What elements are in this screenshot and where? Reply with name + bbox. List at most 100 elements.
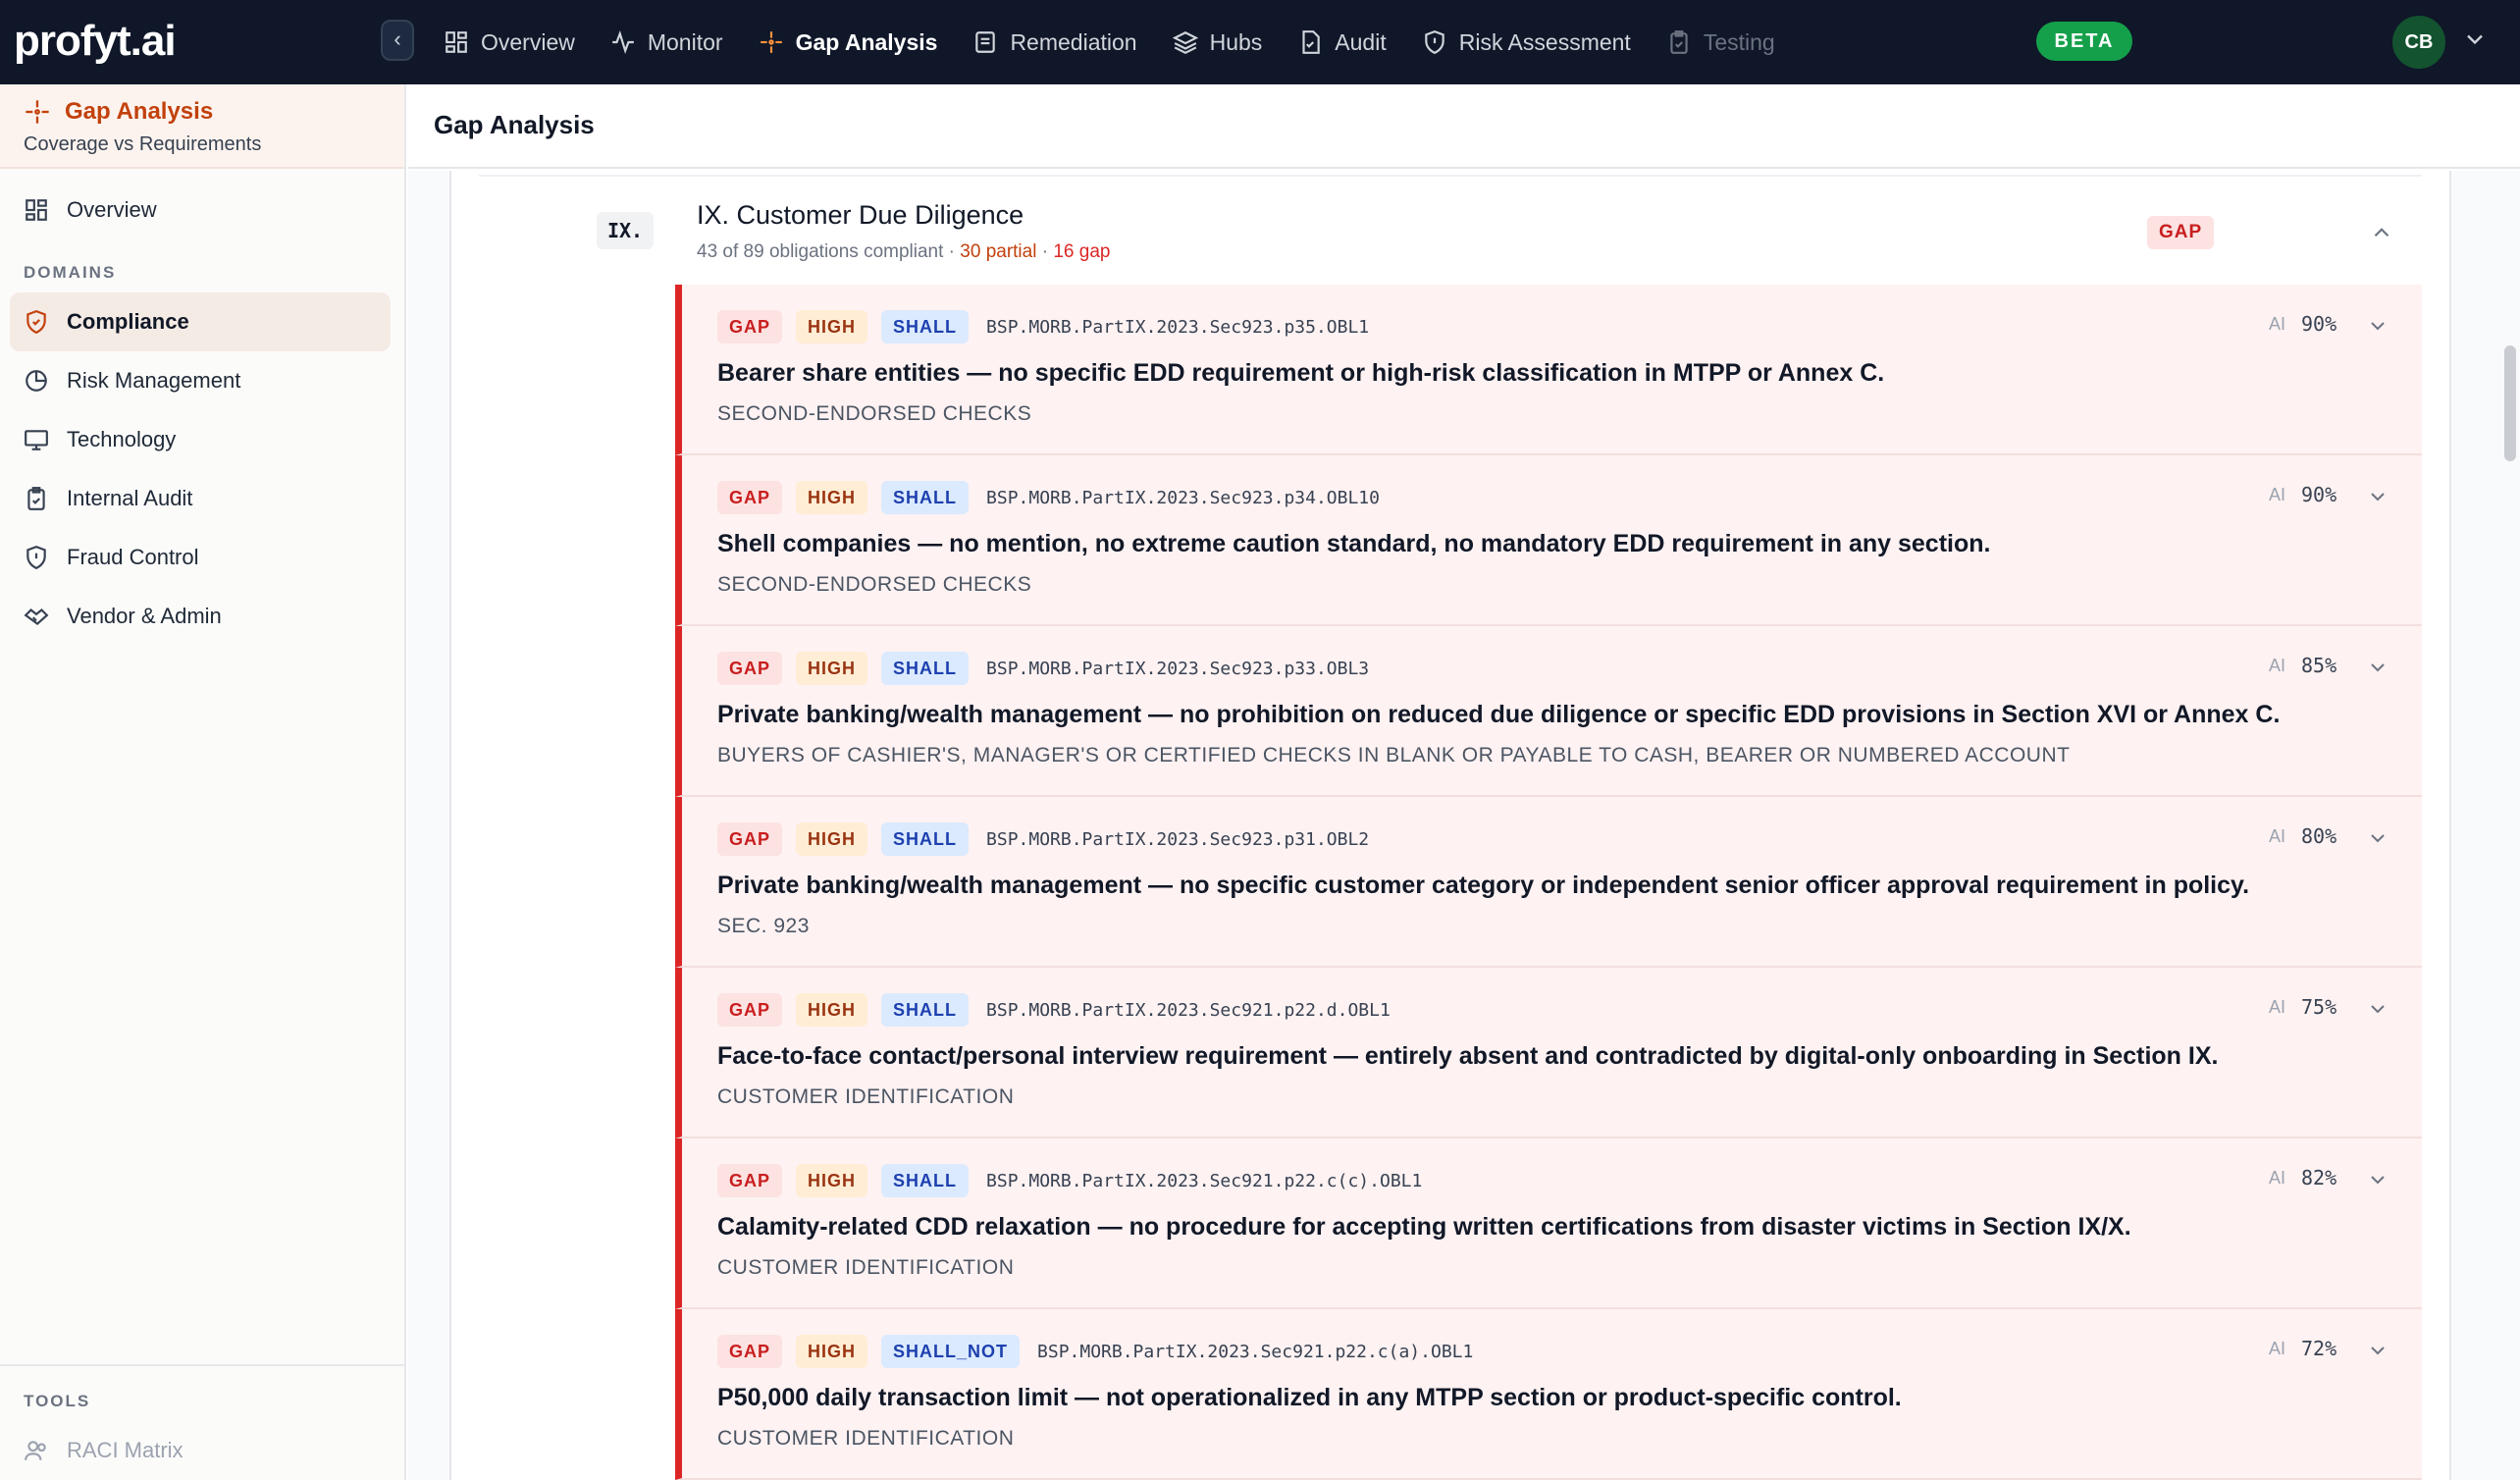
obligation-title: Private banking/wealth management — no s… (717, 872, 2250, 899)
grid-icon (26, 199, 47, 221)
nav-item-risk-assessment[interactable]: Risk Assessment (1422, 0, 1631, 84)
obligation-category: CUSTOMER IDENTIFICATION (717, 1427, 1015, 1450)
chevron-down-icon[interactable] (2366, 485, 2389, 508)
brand-logo[interactable]: profyt.ai (14, 14, 177, 69)
nav-item-label: Risk Assessment (1458, 28, 1631, 55)
nav-item-remediation[interactable]: Remediation (972, 0, 1137, 84)
confidence-score: 80% (2301, 824, 2337, 848)
chevron-down-icon[interactable] (2366, 1168, 2389, 1191)
obligation-tags: GAP HIGH SHALL BSP.MORB.PartIX.2023.Sec9… (717, 822, 1369, 856)
sidebar-item-label: Overview (67, 197, 157, 222)
nav-item-label: Hubs (1209, 28, 1263, 55)
partial-count: 30 partial (960, 241, 1037, 262)
sidebar-item-raci-matrix[interactable]: RACI Matrix (10, 1421, 391, 1480)
sidebar-item-label: Compliance (67, 309, 189, 334)
sidebar-item-label: Vendor & Admin (67, 604, 222, 628)
sidebar-item-label: Internal Audit (67, 486, 193, 510)
scrollbar-thumb[interactable] (2504, 345, 2516, 461)
top-navbar: profyt.ai ‹ Overview Monitor Gap Analysi… (0, 0, 2520, 84)
chevron-up-icon[interactable] (2369, 220, 2394, 245)
section-status-badge: GAP (2147, 216, 2215, 249)
sidebar-item-overview[interactable]: Overview (10, 181, 391, 239)
chevron-down-icon[interactable] (2366, 1339, 2389, 1362)
nav-item-gap-analysis[interactable]: Gap Analysis (759, 0, 937, 84)
status-badge: GAP (717, 993, 783, 1027)
sidebar-header: Gap Analysis Coverage vs Requirements (0, 84, 404, 169)
obligation-item[interactable]: GAP HIGH SHALL BSP.MORB.PartIX.2023.Sec9… (675, 797, 2422, 968)
obligation-category: SEC. 923 (717, 915, 810, 937)
nav-item-audit[interactable]: Audit (1297, 0, 1387, 84)
collapse-sidebar-button[interactable]: ‹ (381, 20, 414, 61)
obligation-category: BUYERS OF CASHIER'S, MANAGER'S OR CERTIF… (717, 744, 2071, 766)
page-header: Gap Analysis (408, 84, 2520, 169)
obligation-category: SECOND-ENDORSED CHECKS (717, 573, 1032, 596)
sidebar-item-label: Fraud Control (67, 545, 199, 569)
status-badge: GAP (717, 652, 783, 685)
shield-check-icon (26, 310, 46, 335)
sidebar-item-technology[interactable]: Technology (10, 410, 391, 469)
modality-badge: SHALL (881, 310, 970, 344)
file-check-icon (1302, 30, 1321, 54)
severity-badge: HIGH (796, 822, 868, 856)
nav-item-testing[interactable]: Testing (1666, 0, 1775, 84)
severity-badge: HIGH (796, 310, 868, 344)
status-badge: GAP (717, 822, 783, 856)
obligation-category: SECOND-ENDORSED CHECKS (717, 402, 1032, 425)
obligation-item[interactable]: GAP HIGH SHALL BSP.MORB.PartIX.2023.Sec9… (675, 1138, 2422, 1309)
obligation-title: Face-to-face contact/personal interview … (717, 1042, 2219, 1070)
sidebar-item-vendor-admin[interactable]: Vendor & Admin (10, 587, 391, 646)
severity-badge: HIGH (796, 1164, 868, 1197)
obligation-item[interactable]: GAP HIGH SHALL_NOT BSP.MORB.PartIX.2023.… (675, 1309, 2422, 1480)
section-meta: 43 of 89 obligations compliant · 30 part… (697, 241, 1110, 263)
user-avatar[interactable]: CB (2392, 16, 2445, 69)
sidebar-item-fraud-control[interactable]: Fraud Control (10, 528, 391, 587)
modality-badge: SHALL_NOT (881, 1335, 1021, 1368)
ai-label: AI (2269, 1168, 2286, 1188)
nav-item-label: Remediation (1010, 28, 1137, 55)
obligation-title: Calamity-related CDD relaxation — no pro… (717, 1213, 2131, 1241)
sidebar-item-label: RACI Matrix (67, 1438, 184, 1462)
obligation-id: BSP.MORB.PartIX.2023.Sec923.p31.OBL2 (986, 828, 1370, 850)
confidence-score: 90% (2301, 312, 2337, 336)
nav-item-overview[interactable]: Overview (444, 0, 575, 84)
sidebar-divider (0, 1364, 404, 1366)
obligation-id: BSP.MORB.PartIX.2023.Sec923.p33.OBL3 (986, 658, 1370, 679)
section-header[interactable]: IX. IX. Customer Due Diligence 43 of 89 … (449, 177, 2451, 285)
nav-item-label: Monitor (647, 28, 723, 55)
obligation-item[interactable]: GAP HIGH SHALL BSP.MORB.PartIX.2023.Sec9… (675, 285, 2422, 455)
main-nav: Overview Monitor Gap Analysis Remediatio… (444, 0, 1811, 84)
obligation-tags: GAP HIGH SHALL BSP.MORB.PartIX.2023.Sec9… (717, 481, 1380, 514)
obligation-item[interactable]: GAP HIGH SHALL BSP.MORB.PartIX.2023.Sec9… (675, 455, 2422, 626)
sidebar-subtitle: Coverage vs Requirements (24, 133, 262, 155)
nav-item-monitor[interactable]: Monitor (610, 0, 723, 84)
chevron-down-icon[interactable] (2366, 314, 2389, 338)
chevron-down-icon[interactable] (2366, 826, 2389, 850)
nav-item-label: Audit (1335, 28, 1387, 55)
handshake-icon (24, 608, 49, 625)
sidebar-item-internal-audit[interactable]: Internal Audit (10, 469, 391, 528)
ai-label: AI (2269, 656, 2286, 675)
chevron-down-icon[interactable] (2366, 656, 2389, 679)
obligation-item[interactable]: GAP HIGH SHALL BSP.MORB.PartIX.2023.Sec9… (675, 626, 2422, 797)
chevron-down-icon[interactable] (2366, 997, 2389, 1021)
obligation-tags: GAP HIGH SHALL_NOT BSP.MORB.PartIX.2023.… (717, 1335, 1473, 1368)
sidebar-item-risk-management[interactable]: Risk Management (10, 351, 391, 410)
pie-chart-icon (26, 370, 47, 392)
modality-badge: SHALL (881, 822, 970, 856)
confidence-score: 85% (2301, 654, 2337, 677)
obligation-id: BSP.MORB.PartIX.2023.Sec923.p34.OBL10 (986, 487, 1380, 508)
obligation-title: Shell companies — no mention, no extreme… (717, 530, 1991, 557)
obligation-item[interactable]: GAP HIGH SHALL BSP.MORB.PartIX.2023.Sec9… (675, 968, 2422, 1138)
status-badge: GAP (717, 1335, 783, 1368)
nav-item-hubs[interactable]: Hubs (1172, 0, 1263, 84)
sidebar-item-compliance[interactable]: Compliance (10, 292, 391, 351)
domains-heading: DOMAINS (24, 263, 117, 282)
chevron-down-icon[interactable] (2461, 26, 2489, 53)
obligation-tags: GAP HIGH SHALL BSP.MORB.PartIX.2023.Sec9… (717, 652, 1369, 685)
page-title: Gap Analysis (434, 110, 595, 139)
modality-badge: SHALL (881, 993, 970, 1027)
status-badge: GAP (717, 481, 783, 514)
sidebar-item-label: Technology (67, 427, 177, 451)
ai-label: AI (2269, 997, 2286, 1017)
nav-item-label: Overview (481, 28, 575, 55)
